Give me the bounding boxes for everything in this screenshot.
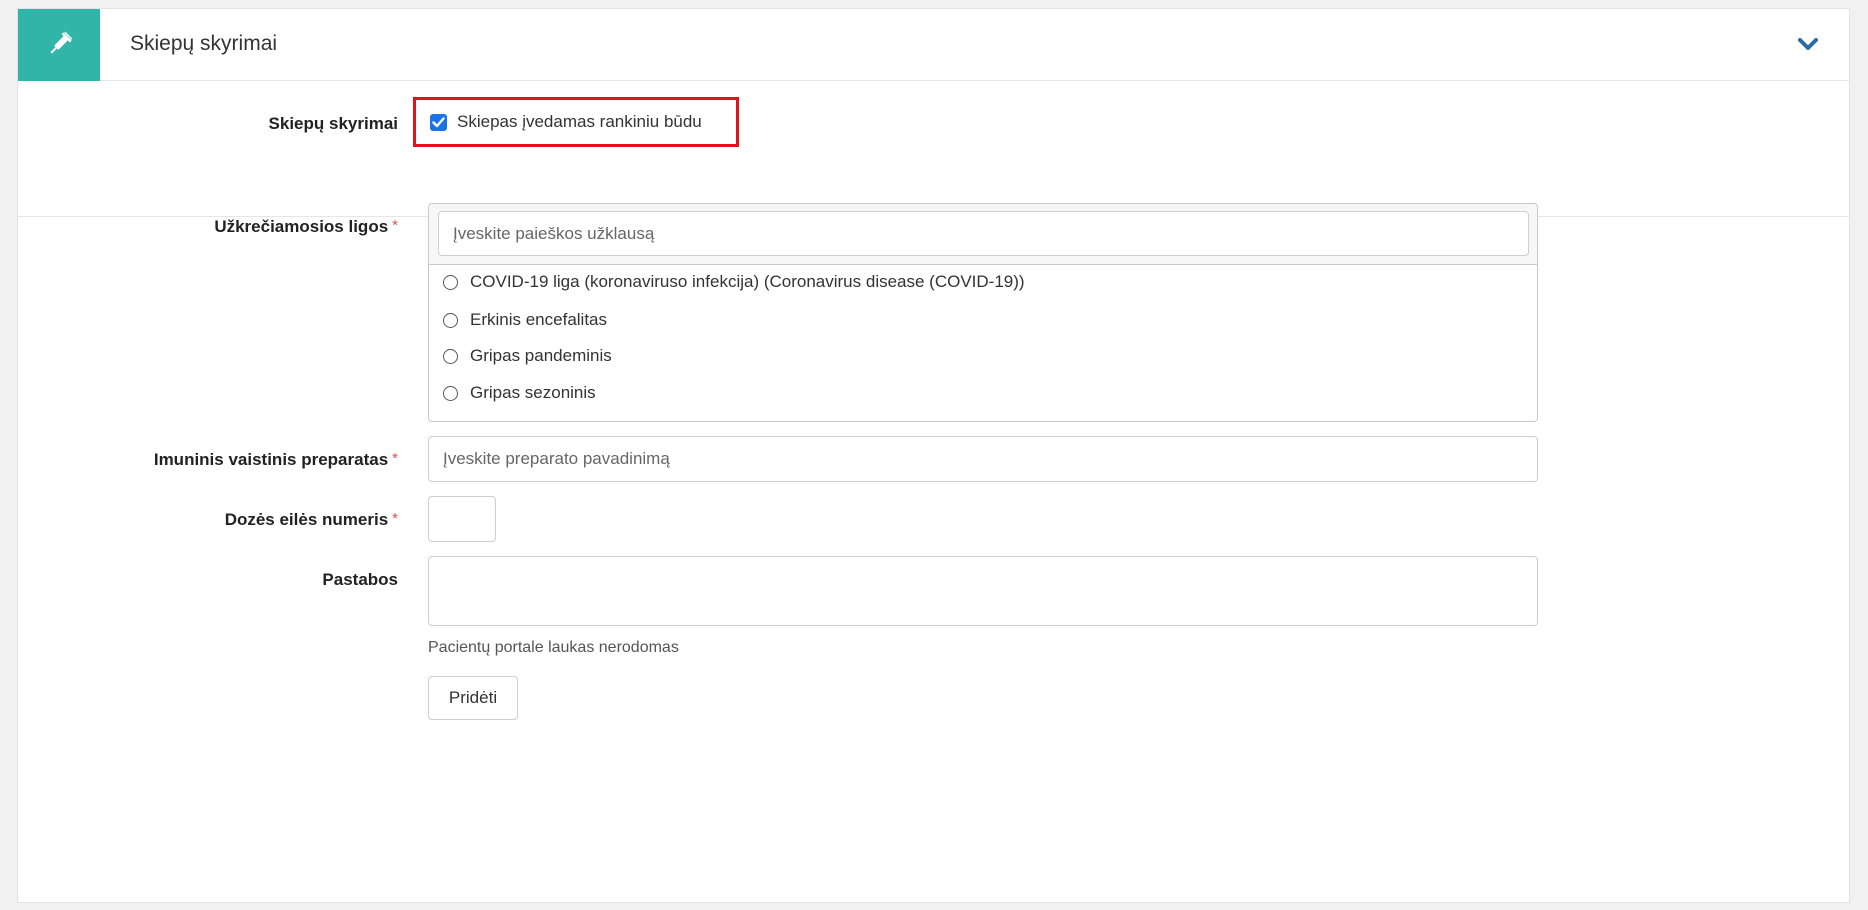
vaccination-panel: Skiepų skyrimai Skiepų skyrimai Skiepas … — [17, 8, 1850, 903]
disease-option[interactable]: COVID-19 liga (koronaviruso infekcija) (… — [443, 270, 1025, 294]
diseases-search-input[interactable] — [438, 211, 1529, 256]
panel-header[interactable]: Skiepų skyrimai — [18, 9, 1849, 81]
preparation-label: Imuninis vaistinis preparatas * — [18, 450, 398, 470]
required-mark: * — [392, 450, 398, 467]
manual-entry-highlight: Skiepas įvedamas rankiniu būdu — [413, 97, 739, 147]
dose-label: Dozės eilės numeris * — [18, 510, 398, 530]
disease-option-label: Erkinis encefalitas — [470, 310, 608, 329]
manual-entry-label: Skiepų skyrimai — [268, 114, 398, 133]
manual-entry-checkbox[interactable] — [430, 113, 447, 131]
diseases-selector: COVID-19 liga (koronaviruso infekcija) (… — [428, 203, 1538, 422]
disease-option-label: COVID-19 liga (koronaviruso infekcija) (… — [470, 272, 1025, 291]
diseases-search-area — [429, 204, 1537, 265]
syringe-icon — [18, 9, 100, 81]
radio-button[interactable] — [443, 312, 458, 328]
manual-entry-section: Skiepų skyrimai Skiepas įvedamas rankini… — [18, 81, 1849, 217]
notes-textarea[interactable] — [428, 556, 1538, 626]
radio-button[interactable] — [443, 274, 458, 290]
disease-option[interactable]: Gripas pandeminis — [443, 344, 612, 368]
preparation-label-text: Imuninis vaistinis preparatas — [153, 450, 389, 469]
notes-label: Pastabos — [322, 570, 398, 589]
dose-label-text: Dozės eilės numeris — [224, 510, 389, 529]
notes-hint: Pacientų portale laukas nerodomas — [428, 639, 679, 656]
radio-button[interactable] — [443, 385, 458, 401]
disease-option-label: Gripas sezoninis — [470, 383, 596, 402]
diseases-label-text: Užkrečiamosios ligos — [214, 217, 389, 236]
manual-entry-checkbox-label[interactable]: Skiepas įvedamas rankiniu būdu — [457, 112, 702, 132]
panel-title: Skiepų skyrimai — [130, 32, 278, 55]
diseases-label: Užkrečiamosios ligos * — [18, 217, 398, 237]
preparation-input[interactable] — [428, 436, 1538, 482]
required-mark: * — [392, 217, 398, 234]
disease-option[interactable]: Gripas sezoninis — [443, 381, 596, 405]
required-mark: * — [392, 510, 398, 527]
dose-number-input[interactable] — [428, 496, 496, 542]
disease-option-label: Gripas pandeminis — [470, 346, 612, 365]
add-button[interactable]: Pridėti — [428, 676, 518, 720]
radio-button[interactable] — [443, 348, 458, 364]
chevron-down-icon[interactable] — [1795, 33, 1821, 55]
disease-option[interactable]: Erkinis encefalitas — [443, 308, 607, 332]
